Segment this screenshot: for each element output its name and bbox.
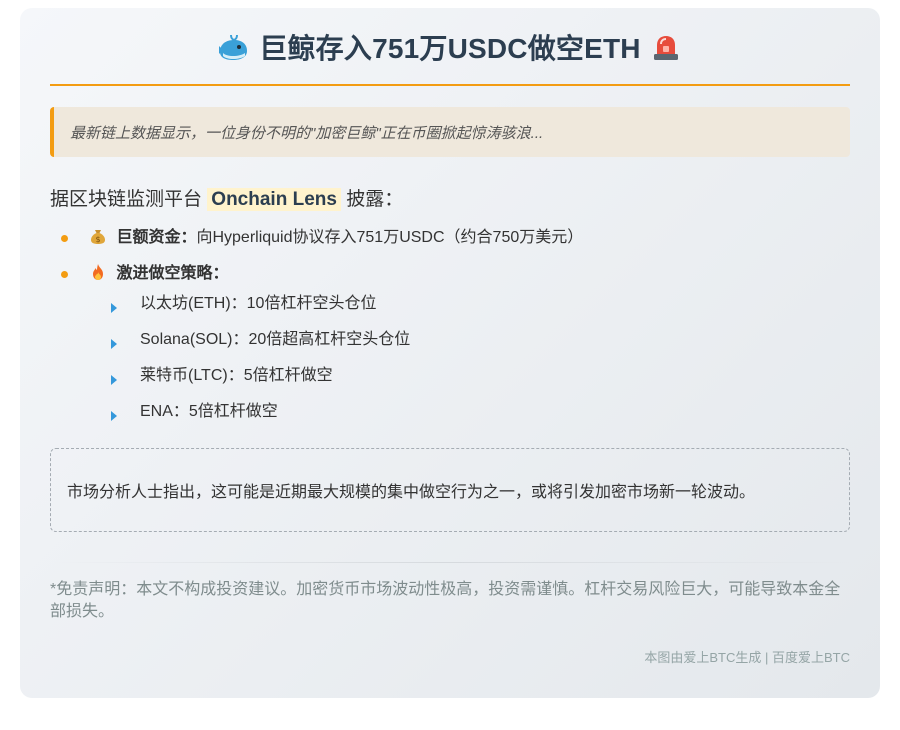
money-bag-icon: $ bbox=[90, 227, 106, 245]
position-text: ENA：5倍杠杆做空 bbox=[140, 403, 278, 420]
list-item-funds: $ 巨额资金：向Hyperliquid协议存入751万USDC（约合750万美元… bbox=[50, 226, 850, 250]
position-text: 以太坊(ETH)：10倍杠杆空头仓位 bbox=[140, 295, 377, 312]
triangle-bullet-icon bbox=[111, 375, 117, 385]
fire-icon bbox=[90, 263, 106, 281]
footer-credit: 本图由爱上BTC生成 | 百度爱上BTC bbox=[644, 650, 850, 665]
position-item-ena: ENA：5倍杠杆做空 bbox=[90, 400, 850, 436]
bullet-dot bbox=[61, 235, 68, 242]
siren-icon bbox=[649, 32, 683, 62]
lead-paragraph: 据区块链监测平台 Onchain Lens 披露： bbox=[50, 187, 850, 213]
position-text: Solana(SOL)：20倍超高杠杆空头仓位 bbox=[140, 331, 411, 348]
lead-suffix: 披露： bbox=[346, 189, 404, 210]
position-item-sol: Solana(SOL)：20倍超高杠杆空头仓位 bbox=[90, 328, 850, 364]
strategy-label: 激进做空策略： bbox=[116, 265, 229, 282]
key-points-list: $ 巨额资金：向Hyperliquid协议存入751万USDC（约合750万美元… bbox=[50, 226, 850, 436]
intro-callout: 最新链上数据显示，一位身份不明的"加密巨鲸"正在币圈掀起惊涛骇浪... bbox=[50, 107, 850, 157]
positions-list: 以太坊(ETH)：10倍杠杆空头仓位 Solana(SOL)：20倍超高杠杆空头… bbox=[90, 292, 850, 436]
svg-text:$: $ bbox=[95, 235, 100, 244]
position-item-ltc: 莱特币(LTC)：5倍杠杆做空 bbox=[90, 364, 850, 400]
whale-icon bbox=[217, 32, 251, 62]
position-item-eth: 以太坊(ETH)：10倍杠杆空头仓位 bbox=[90, 292, 850, 328]
analysis-box: 市场分析人士指出，这可能是近期最大规模的集中做空行为之一，或将引发加密市场新一轮… bbox=[50, 448, 850, 532]
lead-prefix: 据区块链监测平台 bbox=[50, 189, 203, 210]
article-title: 巨鲸存入751万USDC做空ETH bbox=[50, 8, 850, 86]
funds-text: 向Hyperliquid协议存入751万USDC（约合750万美元） bbox=[196, 229, 584, 246]
source-highlight: Onchain Lens bbox=[207, 188, 341, 211]
position-text: 莱特币(LTC)：5倍杠杆做空 bbox=[140, 367, 333, 384]
bullet-dot bbox=[61, 271, 68, 278]
divider bbox=[50, 562, 850, 563]
triangle-bullet-icon bbox=[111, 339, 117, 349]
intro-text: 最新链上数据显示，一位身份不明的"加密巨鲸"正在币圈掀起惊涛骇浪... bbox=[70, 124, 544, 142]
disclaimer-text: *免责声明：本文不构成投资建议。加密货币市场波动性极高，投资需谨慎。杠杆交易风险… bbox=[50, 581, 841, 620]
article-card: 巨鲸存入751万USDC做空ETH 最新链上数据显示，一位身份不明的"加密巨鲸"… bbox=[20, 8, 880, 698]
triangle-bullet-icon bbox=[111, 303, 117, 313]
funds-label: 巨额资金： bbox=[116, 229, 197, 246]
title-text: 巨鲸存入751万USDC做空ETH bbox=[259, 33, 641, 64]
triangle-bullet-icon bbox=[111, 411, 117, 421]
analysis-text: 市场分析人士指出，这可能是近期最大规模的集中做空行为之一，或将引发加密市场新一轮… bbox=[67, 484, 756, 501]
list-item-strategy: 激进做空策略： 以太坊(ETH)：10倍杠杆空头仓位 Solana(SOL)：2… bbox=[50, 262, 850, 436]
